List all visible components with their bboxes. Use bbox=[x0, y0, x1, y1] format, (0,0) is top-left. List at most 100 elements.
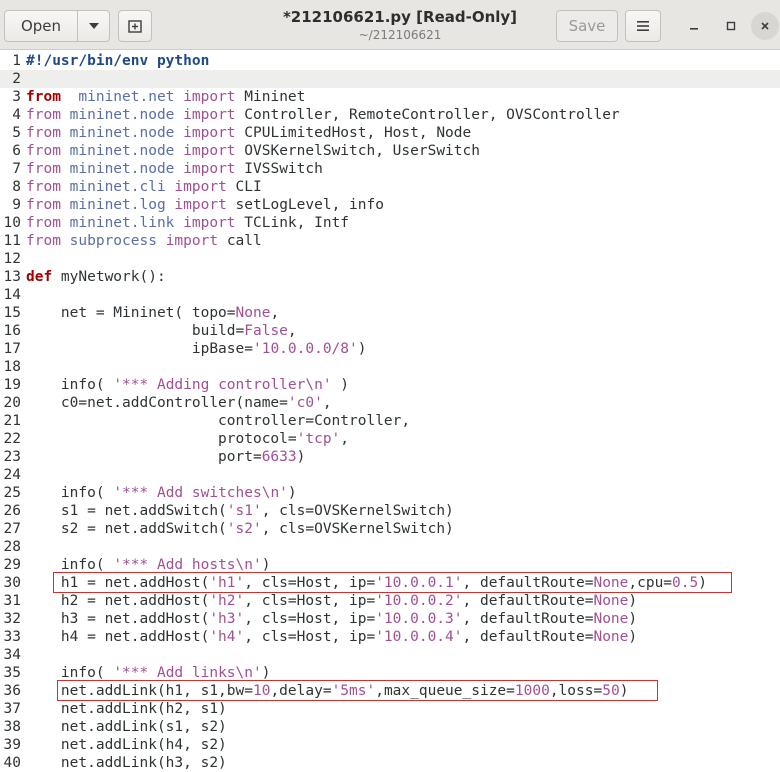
code-token: mininet.cli bbox=[69, 179, 166, 195]
code-token: '*** Add hosts\n' bbox=[113, 557, 262, 573]
code-token: 's1' bbox=[226, 503, 262, 519]
code-token: , cls=Host, ip= bbox=[244, 629, 376, 645]
menu-button[interactable] bbox=[625, 10, 661, 42]
line-number: 29 bbox=[3, 557, 21, 573]
code-token: mininet.net bbox=[78, 89, 175, 105]
code-token: ipBase= bbox=[26, 341, 253, 357]
code-line[interactable]: 14 bbox=[0, 286, 780, 304]
maximize-button[interactable] bbox=[717, 12, 745, 40]
code-line[interactable]: 7 from mininet.node import IVSSwitch bbox=[0, 160, 780, 178]
code-line[interactable]: 32 h3 = net.addHost('h3', cls=Host, ip='… bbox=[0, 610, 780, 628]
code-line[interactable]: 40 net.addLink(h3, s2) bbox=[0, 754, 780, 772]
line-number: 7 bbox=[12, 161, 21, 177]
code-token: , cls=OVSKernelSwitch) bbox=[261, 521, 454, 537]
code-line[interactable]: 37 net.addLink(h2, s1) bbox=[0, 700, 780, 718]
code-token: def bbox=[26, 269, 53, 285]
code-token: #!/usr/bin/env python bbox=[26, 53, 210, 69]
close-button[interactable] bbox=[751, 12, 779, 40]
code-line[interactable]: 27 s2 = net.addSwitch('s2', cls=OVSKerne… bbox=[0, 520, 780, 538]
code-line[interactable]: 21 controller=Controller, bbox=[0, 412, 780, 430]
code-token: 'c0' bbox=[287, 395, 323, 411]
code-text: build=False, bbox=[26, 322, 297, 340]
line-number: 35 bbox=[3, 665, 21, 681]
code-token: '*** Add links\n' bbox=[113, 665, 262, 681]
code-text: s1 = net.addSwitch('s1', cls=OVSKernelSw… bbox=[26, 502, 454, 520]
minimize-button[interactable] bbox=[680, 12, 708, 40]
code-line[interactable]: 17 ipBase='10.0.0.0/8') bbox=[0, 340, 780, 358]
code-token: None bbox=[593, 593, 629, 609]
code-text: c0=net.addController(name='c0', bbox=[26, 394, 332, 412]
code-line[interactable]: 38 net.addLink(s1, s2) bbox=[0, 718, 780, 736]
code-token: None bbox=[593, 611, 629, 627]
new-tab-button[interactable] bbox=[118, 10, 152, 42]
line-number: 24 bbox=[3, 467, 21, 483]
code-token: CLI bbox=[226, 179, 262, 195]
code-line[interactable]: 10 from mininet.link import TCLink, Intf bbox=[0, 214, 780, 232]
code-token: '*** Add switches\n' bbox=[113, 485, 288, 501]
line-number: 9 bbox=[12, 197, 21, 213]
code-line[interactable]: 8 from mininet.cli import CLI bbox=[0, 178, 780, 196]
code-token: import bbox=[174, 179, 227, 195]
code-token: 'h3' bbox=[209, 611, 245, 627]
code-token: mininet.node bbox=[69, 161, 175, 177]
code-token: None bbox=[593, 629, 629, 645]
highlight-box bbox=[57, 680, 658, 701]
code-token: from bbox=[26, 161, 61, 177]
code-line[interactable]: 5 from mininet.node import CPULimitedHost… bbox=[0, 124, 780, 142]
code-line[interactable]: 11 from subprocess import call bbox=[0, 232, 780, 250]
maximize-icon bbox=[726, 21, 736, 31]
code-line[interactable]: 6 from mininet.node import OVSKernelSwitc… bbox=[0, 142, 780, 160]
code-line[interactable]: 25 info( '*** Add switches\n') bbox=[0, 484, 780, 502]
code-token: 'h2' bbox=[209, 593, 245, 609]
code-line[interactable]: 28 bbox=[0, 538, 780, 556]
new-tab-icon bbox=[128, 20, 142, 33]
code-line[interactable]: 13 def myNetwork(): bbox=[0, 268, 780, 286]
code-line[interactable]: 15 net = Mininet( topo=None, bbox=[0, 304, 780, 322]
code-line[interactable]: 2 bbox=[0, 70, 780, 88]
code-line[interactable]: 20 c0=net.addController(name='c0', bbox=[0, 394, 780, 412]
code-line[interactable]: 34 bbox=[0, 646, 780, 664]
line-number: 36 bbox=[3, 683, 21, 699]
code-text: ipBase='10.0.0.0/8') bbox=[26, 340, 367, 358]
code-line[interactable]: 24 bbox=[0, 466, 780, 484]
code-line[interactable]: 39 net.addLink(h4, s2) bbox=[0, 736, 780, 754]
code-text: h4 = net.addHost('h4', cls=Host, ip='10.… bbox=[26, 628, 637, 646]
code-editor[interactable]: 1 #!/usr/bin/env python 2 3 from mininet.net… bbox=[0, 50, 780, 771]
open-button[interactable]: Open bbox=[5, 11, 78, 41]
line-number: 22 bbox=[3, 431, 21, 447]
code-line[interactable]: 9 from mininet.log import setLogLevel, in… bbox=[0, 196, 780, 214]
code-line[interactable]: 33 h4 = net.addHost('h4', cls=Host, ip='… bbox=[0, 628, 780, 646]
chevron-down-icon bbox=[88, 23, 99, 29]
code-text: net.addLink(h4, s2) bbox=[26, 736, 227, 754]
code-token: 's2' bbox=[226, 521, 262, 537]
window-title: *212106621.py [Read-Only] bbox=[282, 8, 518, 26]
code-token: TCLink, Intf bbox=[235, 215, 350, 231]
code-token: import bbox=[183, 161, 236, 177]
code-token: , bbox=[340, 431, 350, 447]
code-line[interactable]: 3 from mininet.net import Mininet bbox=[0, 88, 780, 106]
line-number: 25 bbox=[3, 485, 21, 501]
code-line[interactable]: 31 h2 = net.addHost('h2', cls=Host, ip='… bbox=[0, 592, 780, 610]
code-line[interactable]: 12 bbox=[0, 250, 780, 268]
code-line[interactable]: 22 protocol='tcp', bbox=[0, 430, 780, 448]
code-line[interactable]: 26 s1 = net.addSwitch('s1', cls=OVSKerne… bbox=[0, 502, 780, 520]
line-number: 2 bbox=[12, 71, 21, 87]
code-line[interactable]: 4 from mininet.node import Controller, Re… bbox=[0, 106, 780, 124]
code-line[interactable]: 18 bbox=[0, 358, 780, 376]
code-token: ) bbox=[296, 449, 306, 465]
code-line[interactable]: 1 #!/usr/bin/env python bbox=[0, 52, 780, 70]
save-button[interactable]: Save bbox=[556, 10, 618, 42]
code-token: CPULimitedHost, Host, Node bbox=[235, 125, 472, 141]
code-token: , bbox=[270, 305, 280, 321]
open-dropdown-button[interactable] bbox=[78, 11, 109, 41]
code-line[interactable]: 16 build=False, bbox=[0, 322, 780, 340]
code-line[interactable]: 23 port=6633) bbox=[0, 448, 780, 466]
code-line[interactable]: 19 info( '*** Adding controller\n' ) bbox=[0, 376, 780, 394]
code-token: ) bbox=[628, 593, 638, 609]
code-token: myNetwork(): bbox=[52, 269, 166, 285]
code-token: h4 = net.addHost( bbox=[26, 629, 210, 645]
code-token: OVSKernelSwitch, UserSwitch bbox=[235, 143, 480, 159]
